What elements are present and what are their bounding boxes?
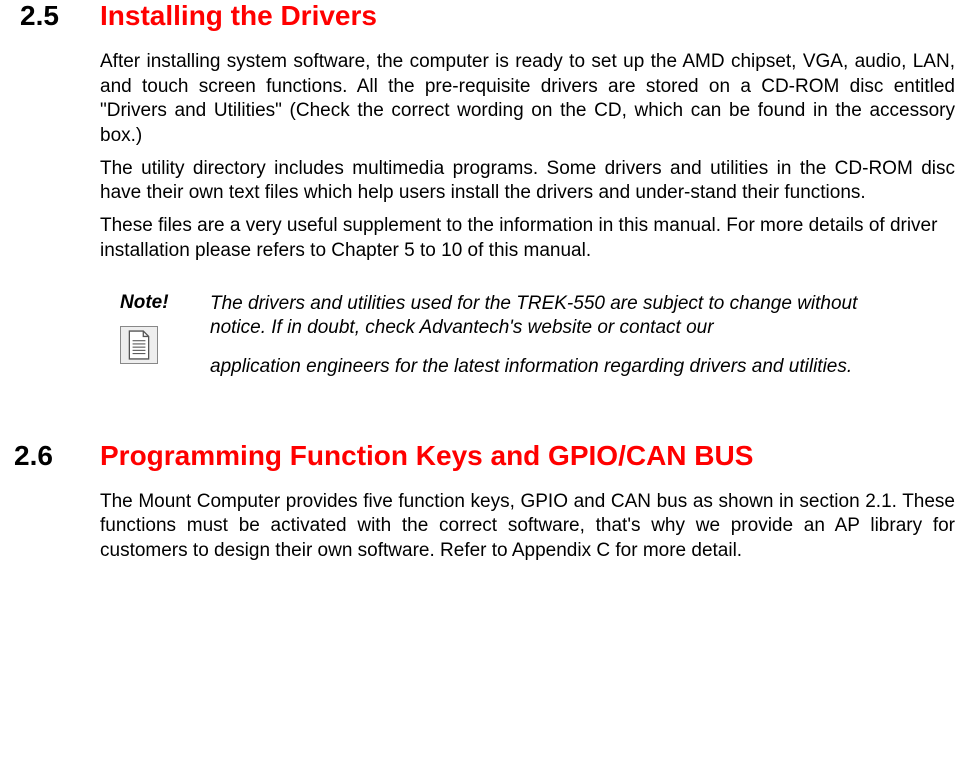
section-2-5: 2.5 Installing the Drivers After install… [0,0,955,380]
document-icon [120,326,158,364]
section-number: 2.5 [0,0,100,32]
paragraph: These files are a very useful supplement… [100,214,955,263]
section-number: 2.6 [0,440,100,472]
note-label: Note! [120,292,210,314]
paragraph: The Mount Computer provides five functio… [100,490,955,564]
section-2-6: 2.6 Programming Function Keys and GPIO/C… [0,440,955,564]
section-title: Installing the Drivers [100,0,955,32]
document-icon-svg [126,330,152,360]
note-left-column: Note! [120,292,210,380]
note-block: Note! The drivers and utilities used for… [120,292,915,380]
note-text-line2: application engineers for the latest inf… [210,355,915,380]
section-heading: 2.6 Programming Function Keys and GPIO/C… [0,440,955,472]
paragraph: After installing system software, the co… [100,50,955,149]
note-text-line1: The drivers and utilities used for the T… [210,293,857,339]
paragraph: The utility directory includes multimedi… [100,157,955,206]
section-heading: 2.5 Installing the Drivers [0,0,955,32]
section-title: Programming Function Keys and GPIO/CAN B… [100,440,955,472]
note-text: The drivers and utilities used for the T… [210,292,915,380]
